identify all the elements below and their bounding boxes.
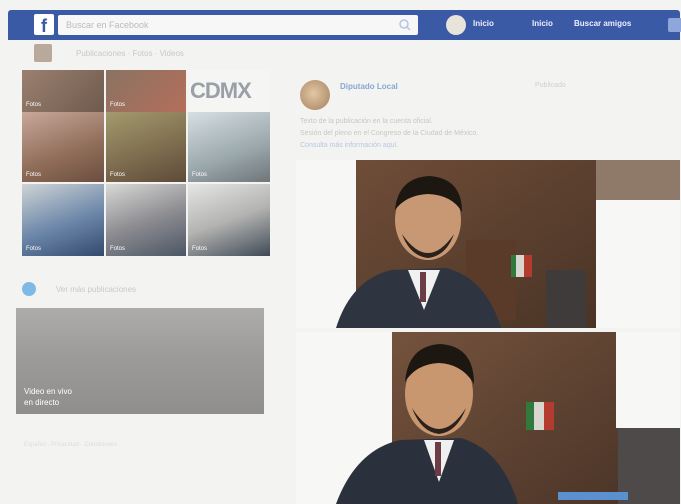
profile-avatar[interactable] [446, 15, 466, 35]
find-friends-link[interactable]: Buscar amigos [574, 19, 631, 28]
photo-tile[interactable]: Fotos [106, 70, 186, 112]
video-title: Video en vivo en directo [24, 386, 72, 408]
post-text-line: Consulta más información aquí. [300, 140, 660, 152]
post-text: Texto de la publicación en la cuenta ofi… [300, 116, 660, 152]
photo-tile[interactable]: Fotos [188, 112, 270, 182]
photo-tile[interactable]: Fotos [22, 184, 104, 256]
photo-tile[interactable]: Fotos [106, 184, 186, 256]
more-posts-label: Ver más publicaciones [56, 285, 137, 294]
photo-tile-caption: Fotos [26, 246, 42, 252]
search-placeholder: Buscar en Facebook [66, 20, 149, 30]
footer-links[interactable]: Español · Privacidad · Condiciones [24, 442, 117, 448]
photo-tile-caption: Fotos [192, 246, 208, 252]
top-navigation-bar: f Buscar en Facebook Inicio Inicio Busca… [8, 10, 681, 40]
photo-tile[interactable]: Fotos [106, 112, 186, 182]
post-photo-scene [336, 332, 680, 504]
photo-tile-caption: Fotos [110, 172, 126, 178]
post-text-line: Sesión del pleno en el Congreso de la Ci… [300, 130, 479, 137]
post-photo[interactable] [296, 160, 680, 328]
photo-grid: Fotos Fotos CDMX Fotos Fotos Fotos Fotos… [22, 70, 270, 258]
page-tabs[interactable]: Publicaciones · Fotos · Videos [76, 49, 184, 58]
photo-tile-caption: Fotos [110, 102, 126, 108]
search-icon[interactable] [398, 18, 412, 32]
home-link[interactable]: Inicio [532, 19, 553, 28]
photo-tile-caption: Fotos [26, 102, 42, 108]
post-photo[interactable] [296, 332, 680, 504]
photo-tile-caption: Fotos [110, 246, 126, 252]
page-subheader: Publicaciones · Fotos · Videos [34, 44, 284, 64]
photo-tile[interactable]: Fotos [188, 184, 270, 256]
photo-tile[interactable]: Fotos [22, 70, 104, 112]
more-posts-row[interactable]: Ver más publicaciones [22, 282, 262, 298]
info-icon [22, 282, 36, 296]
post-author-avatar[interactable] [300, 80, 330, 110]
facebook-logo[interactable]: f [34, 14, 54, 36]
search-input[interactable]: Buscar en Facebook [58, 15, 418, 35]
video-title-line: Video en vivo [24, 387, 72, 396]
cdmx-tile[interactable]: CDMX [188, 70, 270, 112]
post-photo-scene [336, 160, 680, 328]
photo-tile-caption: Fotos [192, 172, 208, 178]
profile-name-link[interactable]: Inicio [473, 19, 494, 28]
post-author-name[interactable]: Diputado Local [340, 82, 398, 91]
post-text-line: Texto de la publicación en la cuenta ofi… [300, 118, 433, 125]
video-title-line: en directo [24, 398, 60, 407]
page-avatar[interactable] [34, 44, 52, 62]
post-timestamp[interactable]: Publicado [535, 82, 566, 89]
video-card[interactable]: Video en vivo en directo [16, 308, 264, 414]
photo-tile-caption: Fotos [26, 172, 42, 178]
cdmx-logo: CDMX [190, 78, 252, 103]
friend-requests-icon[interactable] [668, 18, 681, 32]
photo-tile[interactable]: Fotos [22, 112, 104, 182]
post-link[interactable]: Consulta más información aquí. [300, 142, 398, 149]
